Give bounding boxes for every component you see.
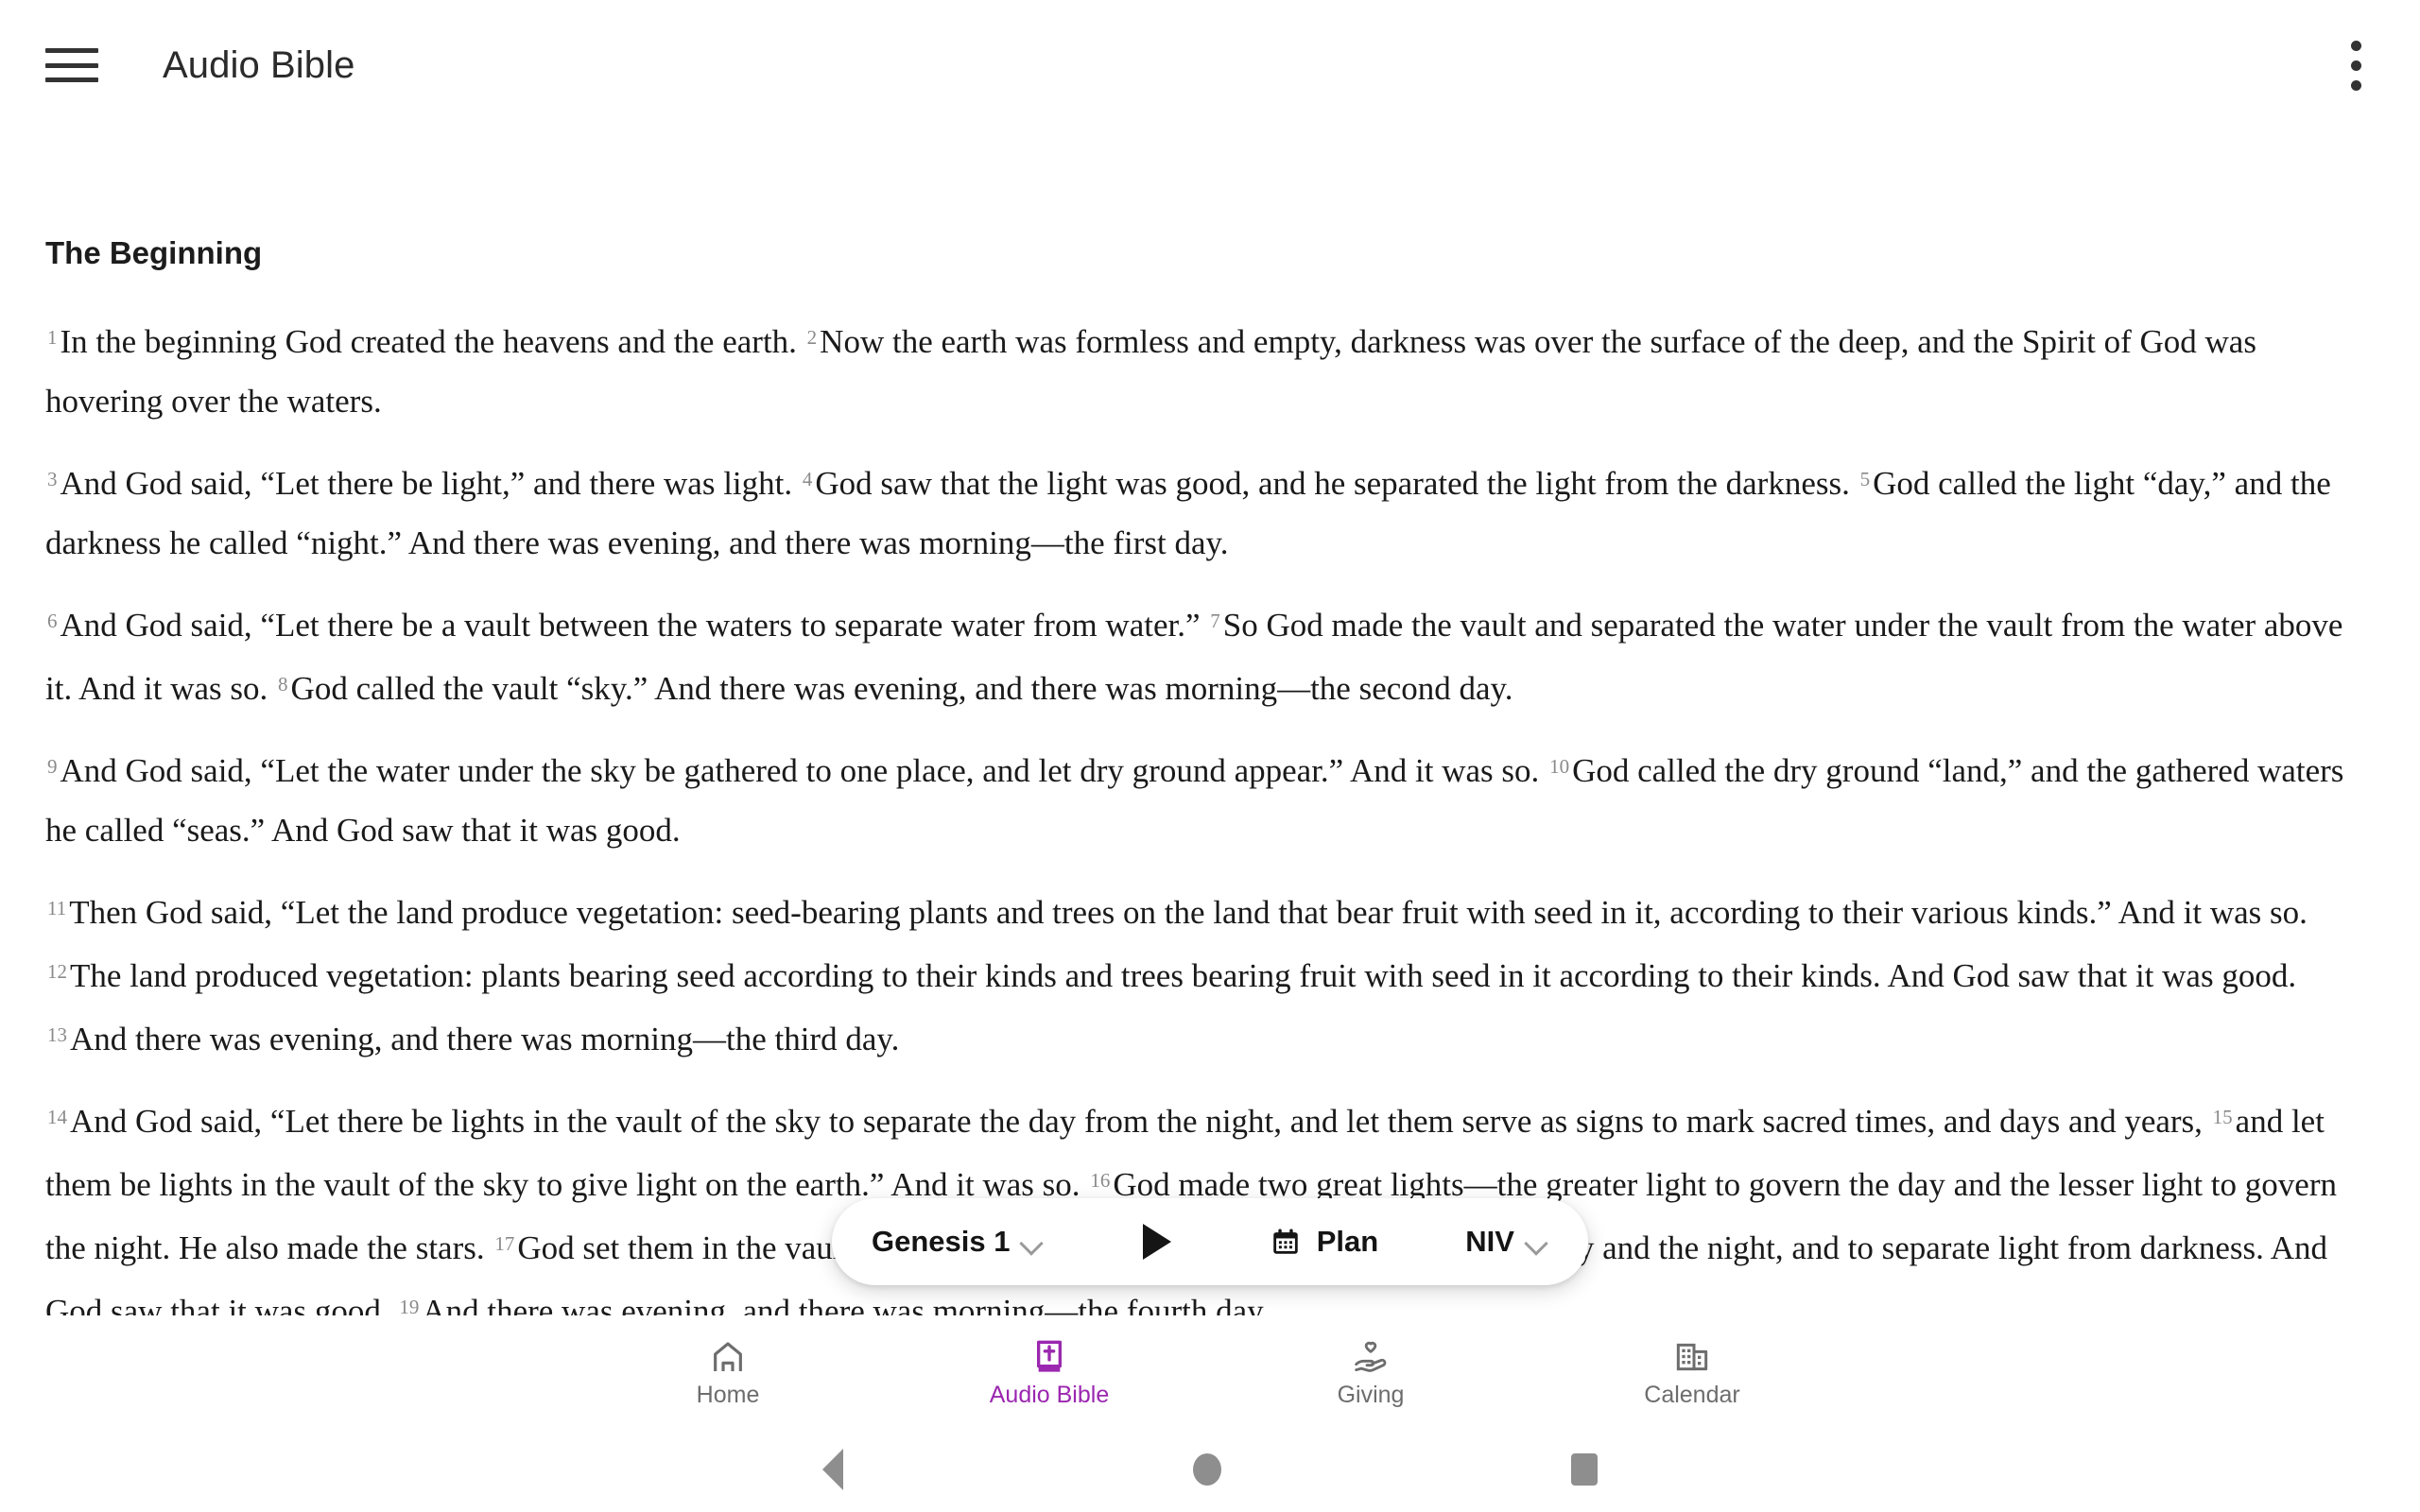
version-label: NIV — [1465, 1225, 1514, 1258]
audio-bible-screen: Audio Bible The Beginning 1In the beginn… — [0, 0, 2420, 1512]
page-title: Audio Bible — [163, 44, 355, 86]
chevron-down-icon — [1021, 1235, 1044, 1248]
bible-book-icon — [1028, 1336, 1070, 1378]
hamburger-bar — [45, 48, 98, 53]
verse-text: In the beginning God created the heavens… — [60, 322, 805, 360]
verse-text: And God said, “Let there be lights in th… — [70, 1102, 2211, 1140]
chapter-label: Genesis 1 — [872, 1225, 1011, 1258]
building-icon — [1671, 1336, 1713, 1378]
tab-label: Calendar — [1644, 1381, 1740, 1408]
verse-number: 15 — [2212, 1105, 2233, 1128]
tab-audio-bible[interactable]: Audio Bible — [889, 1315, 1210, 1427]
version-selector[interactable]: NIV — [1465, 1225, 1548, 1259]
verse-number: 11 — [47, 896, 67, 919]
kebab-dot — [2350, 79, 2361, 91]
plan-label: Plan — [1316, 1225, 1379, 1258]
tab-giving[interactable]: Giving — [1210, 1315, 1531, 1427]
scripture-content[interactable]: The Beginning 1In the beginning God crea… — [0, 130, 2420, 1315]
verse-number: 4 — [802, 467, 813, 490]
kebab-dot — [2350, 60, 2361, 71]
play-button[interactable] — [1132, 1216, 1183, 1267]
verse-number: 6 — [47, 609, 58, 632]
verse-paragraph: 9And God said, “Let the water under the … — [45, 737, 2375, 860]
chevron-down-icon — [1526, 1235, 1548, 1248]
home-icon — [707, 1336, 749, 1378]
verse-number: 14 — [47, 1105, 67, 1128]
tab-label: Giving — [1337, 1381, 1405, 1408]
verse-number: 9 — [47, 754, 58, 778]
kebab-menu-icon[interactable] — [2331, 29, 2380, 101]
system-nav-buttons — [822, 1449, 1598, 1490]
hamburger-bar — [45, 77, 98, 82]
app-bar: Audio Bible — [0, 0, 2420, 130]
tab-label: Home — [696, 1381, 760, 1408]
verse-text: And there was evening, and there was mor… — [422, 1292, 1270, 1315]
android-recents-icon[interactable] — [1571, 1453, 1598, 1486]
verse-text: God saw that the light was good, and he … — [815, 464, 1858, 502]
android-system-nav — [0, 1427, 2420, 1512]
verse-text: Then God said, “Let the land produce veg… — [69, 893, 2308, 931]
verse-list: 1In the beginning God created the heaven… — [45, 308, 2375, 1315]
verse-number: 16 — [1090, 1168, 1111, 1192]
verse-paragraph: 3And God said, “Let there be light,” and… — [45, 450, 2375, 573]
verse-number: 13 — [47, 1022, 67, 1046]
verse-paragraph: 11Then God said, “Let the land produce v… — [45, 879, 2375, 1069]
hand-heart-icon — [1350, 1336, 1392, 1378]
kebab-dot — [2350, 40, 2361, 51]
bottom-tab-bar: Home Audio Bible Giving Calendar — [0, 1315, 2420, 1427]
verse-text: The land produced vegetation: plants bea… — [70, 956, 2297, 994]
verse-paragraph: 6And God said, “Let there be a vault bet… — [45, 592, 2375, 718]
tab-label: Audio Bible — [989, 1381, 1110, 1408]
verse-number: 17 — [494, 1231, 515, 1255]
plan-button[interactable]: Plan — [1270, 1225, 1378, 1259]
verse-text: And God said, “Let there be light,” and … — [60, 464, 801, 502]
chapter-selector[interactable]: Genesis 1 — [872, 1225, 1044, 1259]
android-home-icon[interactable] — [1193, 1453, 1221, 1486]
hamburger-bar — [45, 62, 98, 68]
verse-number: 19 — [399, 1295, 420, 1315]
tab-calendar[interactable]: Calendar — [1531, 1315, 1853, 1427]
verse-text: God called the vault “sky.” And there wa… — [290, 669, 1513, 707]
verse-number: 2 — [806, 325, 818, 349]
verse-number: 8 — [278, 672, 288, 696]
verse-text: And God said, “Let there be a vault betw… — [60, 606, 1209, 644]
verse-text: And there was evening, and there was mor… — [70, 1020, 900, 1057]
play-icon — [1142, 1224, 1171, 1260]
verse-number: 12 — [47, 959, 67, 983]
verse-number: 10 — [1549, 754, 1570, 778]
verse-text: And God said, “Let the water under the s… — [60, 751, 1548, 789]
verse-number: 5 — [1859, 467, 1871, 490]
verse-number: 3 — [47, 467, 58, 490]
tab-home[interactable]: Home — [567, 1315, 889, 1427]
section-heading: The Beginning — [45, 235, 263, 270]
floating-player-bar: Genesis 1 Plan NIV — [832, 1198, 1588, 1285]
verse-number: 1 — [47, 325, 58, 349]
verse-number: 7 — [1210, 609, 1220, 632]
calendar-icon — [1270, 1226, 1302, 1258]
android-back-icon[interactable] — [822, 1449, 843, 1490]
hamburger-menu-icon[interactable] — [45, 44, 98, 86]
verse-paragraph: 1In the beginning God created the heaven… — [45, 308, 2375, 431]
